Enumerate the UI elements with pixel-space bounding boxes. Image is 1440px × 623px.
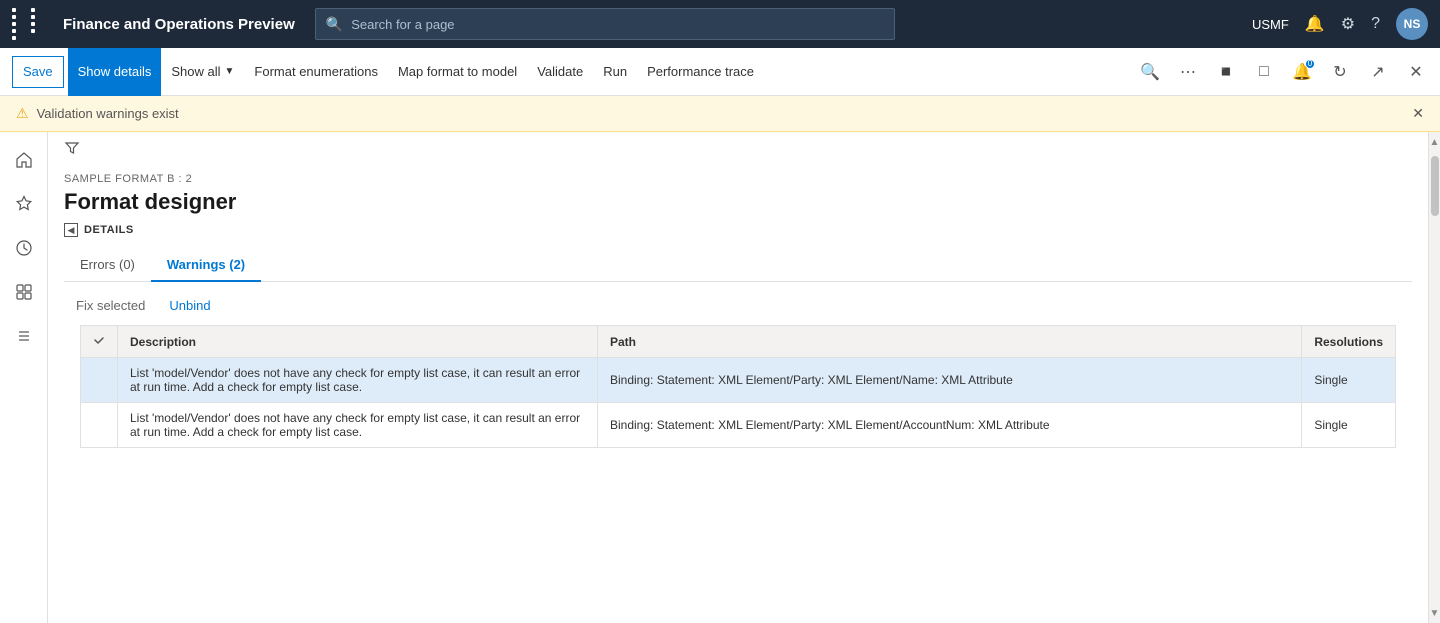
- refresh-icon[interactable]: ↻: [1324, 56, 1356, 88]
- notifications-toolbar-icon[interactable]: 🔔 0: [1286, 56, 1318, 88]
- tab-warnings[interactable]: Warnings (2): [151, 249, 261, 282]
- map-format-button[interactable]: Map format to model: [388, 48, 527, 96]
- settings-icon[interactable]: ⚙: [1341, 14, 1355, 34]
- table-row[interactable]: List 'model/Vendor' does not have any ch…: [81, 403, 1396, 448]
- run-button[interactable]: Run: [593, 48, 637, 96]
- app-grid-menu[interactable]: [12, 8, 47, 40]
- row-path-1: Binding: Statement: XML Element/Party: X…: [598, 358, 1302, 403]
- content-area: SAMPLE FORMAT B : 2 Format designer ◀ DE…: [48, 132, 1428, 623]
- page-title: Format designer: [64, 189, 1412, 215]
- puzzle-icon[interactable]: ◾: [1210, 56, 1242, 88]
- row-description-2: List 'model/Vendor' does not have any ch…: [118, 403, 598, 448]
- details-toggle[interactable]: ◀ DETAILS: [64, 223, 1412, 237]
- details-section: ◀ DETAILS: [48, 223, 1428, 249]
- performance-trace-button[interactable]: Performance trace: [637, 48, 764, 96]
- row-description-1: List 'model/Vendor' does not have any ch…: [118, 358, 598, 403]
- toggle-arrow-icon: ◀: [64, 223, 78, 237]
- vertical-scrollbar[interactable]: ▲ ▼: [1428, 132, 1440, 623]
- search-input[interactable]: [351, 17, 884, 32]
- warnings-table-container: Description Path Resolutions List 'model…: [48, 325, 1428, 623]
- sidebar-item-home[interactable]: [4, 140, 44, 180]
- row-check-2: [81, 403, 118, 448]
- sidebar-item-workspaces[interactable]: [4, 272, 44, 312]
- col-header-resolutions: Resolutions: [1302, 326, 1396, 358]
- warning-message: Validation warnings exist: [37, 106, 179, 121]
- validate-button[interactable]: Validate: [527, 48, 593, 96]
- details-label: DETAILS: [84, 224, 134, 236]
- tabs-container: Errors (0) Warnings (2): [64, 249, 1412, 282]
- col-header-path: Path: [598, 326, 1302, 358]
- warnings-table: Description Path Resolutions List 'model…: [80, 325, 1396, 448]
- sidebar-item-recent[interactable]: [4, 228, 44, 268]
- warning-bar: ⚠ Validation warnings exist ✕: [0, 96, 1440, 132]
- toolbar-right-actions: 🔍 ⋯ ◾ □ 🔔 0 ↻ ↗ ✕: [1134, 56, 1432, 88]
- col-header-check: [81, 326, 118, 358]
- toolbar: Save Show details Show all ▼ Format enum…: [0, 48, 1440, 96]
- row-path-2: Binding: Statement: XML Element/Party: X…: [598, 403, 1302, 448]
- main-layout: SAMPLE FORMAT B : 2 Format designer ◀ DE…: [0, 132, 1440, 623]
- unbind-button[interactable]: Unbind: [157, 294, 222, 317]
- top-nav-right: USMF 🔔 ⚙ ? NS: [1252, 8, 1428, 40]
- page-subtitle: SAMPLE FORMAT B : 2: [64, 173, 1412, 185]
- company-selector[interactable]: USMF: [1252, 17, 1289, 32]
- scroll-down-arrow[interactable]: ▼: [1429, 603, 1440, 623]
- view-icon[interactable]: □: [1248, 56, 1280, 88]
- row-check-1: [81, 358, 118, 403]
- tab-errors[interactable]: Errors (0): [64, 249, 151, 282]
- page-header: SAMPLE FORMAT B : 2 Format designer: [48, 169, 1428, 223]
- sidebar-item-favorites[interactable]: [4, 184, 44, 224]
- app-title: Finance and Operations Preview: [63, 16, 295, 33]
- row-resolutions-2: Single: [1302, 403, 1396, 448]
- show-all-label: Show all: [171, 64, 220, 79]
- chevron-down-icon: ▼: [225, 66, 235, 77]
- more-options-icon[interactable]: ⋯: [1172, 56, 1204, 88]
- sidebar-item-list[interactable]: [4, 316, 44, 356]
- filter-bar: [48, 132, 1428, 169]
- filter-icon[interactable]: [64, 140, 80, 161]
- notification-badge: 0: [1306, 60, 1314, 68]
- search-bar[interactable]: 🔍: [315, 8, 895, 40]
- format-enumerations-button[interactable]: Format enumerations: [244, 48, 388, 96]
- avatar[interactable]: NS: [1396, 8, 1428, 40]
- close-icon[interactable]: ✕: [1400, 56, 1432, 88]
- warning-close-button[interactable]: ✕: [1412, 105, 1424, 122]
- save-button[interactable]: Save: [12, 56, 64, 88]
- popout-icon[interactable]: ↗: [1362, 56, 1394, 88]
- top-navigation: Finance and Operations Preview 🔍 USMF 🔔 …: [0, 0, 1440, 48]
- show-details-button[interactable]: Show details: [68, 48, 162, 96]
- help-icon[interactable]: ?: [1371, 15, 1380, 33]
- scroll-thumb[interactable]: [1431, 156, 1439, 216]
- table-row[interactable]: List 'model/Vendor' does not have any ch…: [81, 358, 1396, 403]
- search-toolbar-icon[interactable]: 🔍: [1134, 56, 1166, 88]
- sidebar: [0, 132, 48, 623]
- warning-icon: ⚠: [16, 105, 29, 122]
- notifications-icon[interactable]: 🔔: [1305, 14, 1325, 34]
- show-all-button[interactable]: Show all ▼: [161, 48, 244, 96]
- fix-selected-button[interactable]: Fix selected: [64, 294, 157, 317]
- row-resolutions-1: Single: [1302, 358, 1396, 403]
- scroll-up-arrow[interactable]: ▲: [1429, 132, 1440, 152]
- col-header-description: Description: [118, 326, 598, 358]
- action-row: Fix selected Unbind: [48, 282, 1428, 325]
- search-icon: 🔍: [326, 16, 343, 33]
